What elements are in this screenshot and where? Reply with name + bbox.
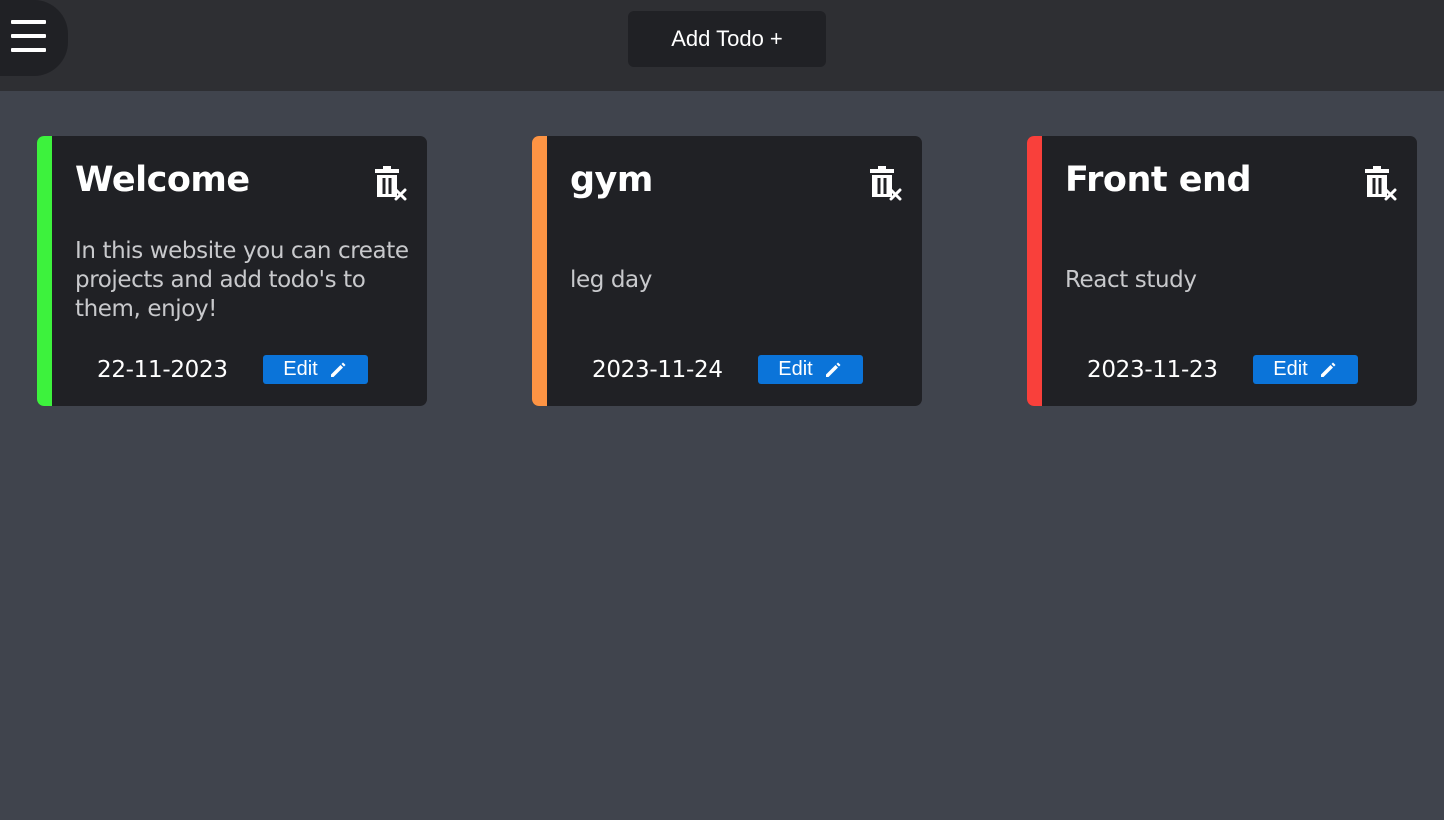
todo-description: leg day [570, 266, 652, 293]
top-bar: Add Todo + [0, 0, 1444, 91]
priority-stripe [37, 136, 52, 406]
trash-remove-icon[interactable] [868, 166, 902, 202]
todo-date: 22-11-2023 [97, 357, 228, 383]
edit-label: Edit [778, 358, 813, 380]
pencil-icon [1318, 360, 1338, 380]
pencil-icon [823, 360, 843, 380]
todo-description: In this website you can create projects … [75, 237, 409, 322]
todo-title: Front end [1065, 160, 1252, 200]
edit-button[interactable]: Edit [263, 355, 368, 384]
edit-label: Edit [283, 358, 318, 380]
menu-line [11, 20, 46, 24]
todo-card: Welcome In this website you can create p… [37, 136, 427, 406]
todo-date: 2023-11-23 [1087, 357, 1218, 383]
trash-remove-icon[interactable] [373, 166, 407, 202]
menu-line [11, 48, 46, 52]
priority-stripe [1027, 136, 1042, 406]
todo-card: gym leg day 2023-11-24 Edit [532, 136, 922, 406]
edit-button[interactable]: Edit [1253, 355, 1358, 384]
trash-remove-icon[interactable] [1363, 166, 1397, 202]
todo-title: gym [570, 160, 653, 200]
todo-title: Welcome [75, 160, 250, 200]
edit-button[interactable]: Edit [758, 355, 863, 384]
todo-date: 2023-11-24 [592, 357, 723, 383]
pencil-icon [328, 360, 348, 380]
todo-card: Front end React study 2023-11-23 Edit [1027, 136, 1417, 406]
menu-line [11, 34, 46, 38]
edit-label: Edit [1273, 358, 1308, 380]
add-todo-button[interactable]: Add Todo + [628, 11, 826, 67]
todo-description: React study [1065, 266, 1197, 293]
hamburger-menu-icon[interactable] [0, 0, 68, 76]
priority-stripe [532, 136, 547, 406]
